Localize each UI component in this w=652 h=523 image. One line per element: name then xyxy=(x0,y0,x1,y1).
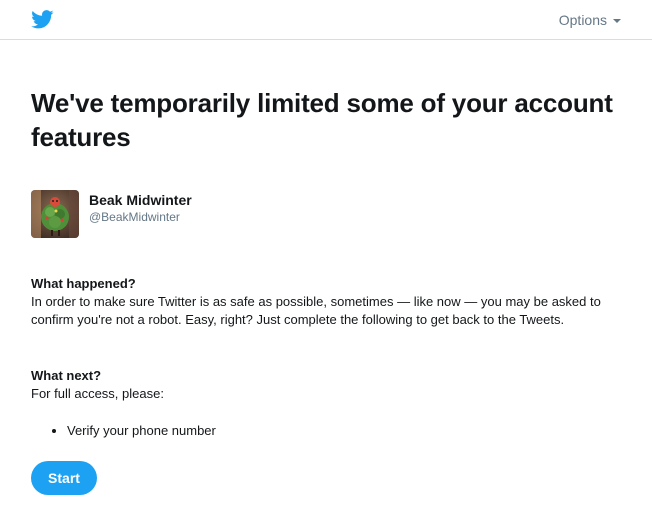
what-next-text: For full access, please: xyxy=(31,386,164,401)
user-name: Beak Midwinter xyxy=(89,192,192,208)
page-title: We've temporarily limited some of your a… xyxy=(31,88,613,152)
what-next-heading: What next? xyxy=(31,368,102,383)
main-content: We've temporarily limited some of your a… xyxy=(31,86,621,495)
user-handle: @BeakMidwinter xyxy=(89,210,180,224)
avatar-image xyxy=(31,190,79,238)
options-label: Options xyxy=(558,12,607,28)
caret-down-icon xyxy=(613,18,621,23)
options-menu-button[interactable]: Options xyxy=(559,12,621,28)
steps-list: Verify your phone number xyxy=(31,422,621,440)
what-happened-heading: What happened? xyxy=(31,276,136,291)
user-info: Beak Midwinter @BeakMidwinter xyxy=(89,191,192,225)
user-card: Beak Midwinter @BeakMidwinter xyxy=(31,190,192,238)
what-happened-text: In order to make sure Twitter is as safe… xyxy=(31,294,601,327)
top-bar: Options xyxy=(0,0,652,40)
what-next-section: What next? For full access, please: Veri… xyxy=(31,367,621,440)
start-button[interactable]: Start xyxy=(31,461,97,495)
list-item: Verify your phone number xyxy=(67,422,621,440)
what-happened-section: What happened? In order to make sure Twi… xyxy=(31,275,621,329)
twitter-bird-icon[interactable] xyxy=(31,10,54,29)
avatar xyxy=(31,190,79,238)
